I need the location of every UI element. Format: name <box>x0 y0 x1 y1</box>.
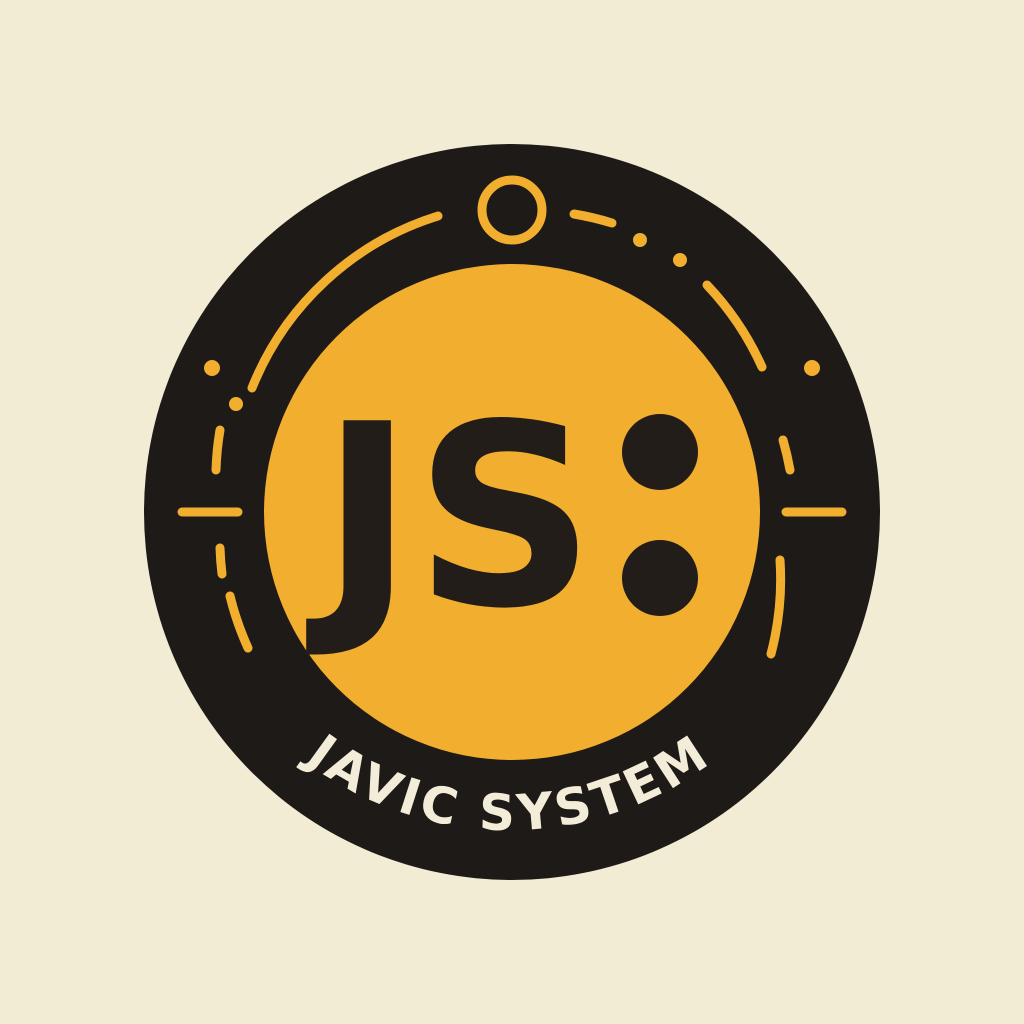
top-node-icon <box>477 175 547 245</box>
monogram-text: JS <box>305 371 595 664</box>
monogram-dot-lower <box>622 540 698 616</box>
monogram-dot-upper <box>622 414 698 490</box>
logo-canvas: JS JAVIC SYSTEM <box>0 0 1024 1024</box>
logo-emblem: JS JAVIC SYSTEM <box>144 144 880 880</box>
